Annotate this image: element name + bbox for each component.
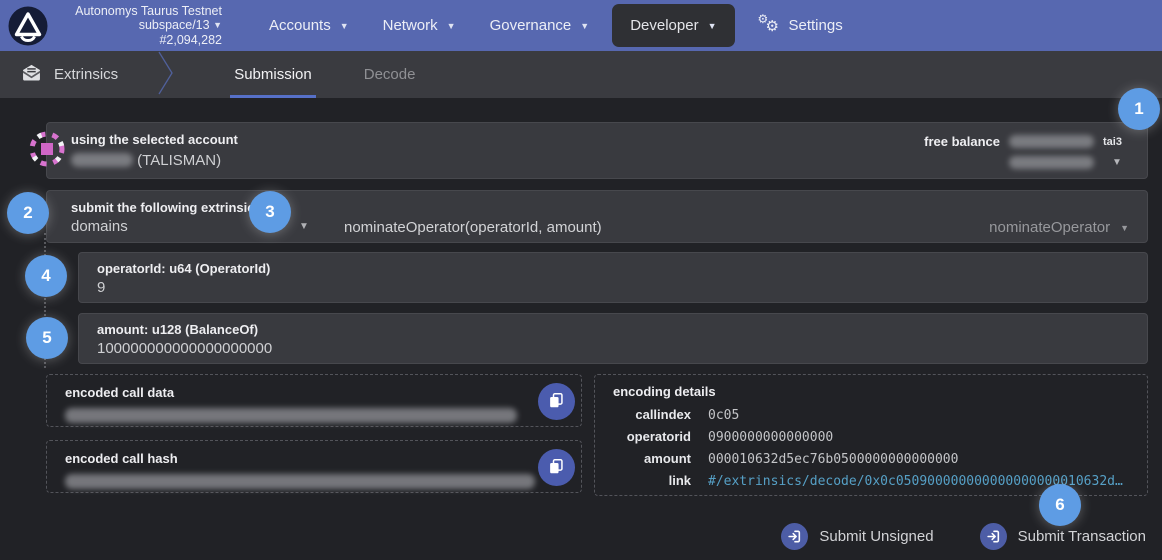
annotation-badge-2: 2	[7, 192, 49, 234]
menu-settings[interactable]: ⚙⚙ Settings	[741, 0, 860, 51]
chevron-down-icon: ▼	[340, 21, 349, 31]
account-select-card[interactable]: using the selected account (TALISMAN) fr…	[46, 122, 1148, 179]
tab-list: Submission Decode	[208, 51, 441, 98]
param-amount-input[interactable]: 100000000000000000000	[97, 340, 272, 357]
pallet-select[interactable]: domains	[71, 218, 128, 235]
detail-callindex: callindex 0c05	[613, 407, 1133, 423]
param-operatorid-input[interactable]: 9	[97, 279, 105, 296]
chevron-down-icon[interactable]: ▼	[1103, 157, 1131, 168]
annotation-badge-1: 1	[1118, 88, 1160, 130]
encoded-call-data-box: encoded call data	[46, 374, 582, 427]
tab-bar: Extrinsics Submission Decode	[0, 51, 1162, 98]
tab-decode[interactable]: Decode	[338, 51, 442, 98]
action-buttons: Submit Unsigned Submit Transaction	[46, 523, 1146, 550]
encoded-call-hash-box: encoded call hash	[46, 440, 582, 493]
annotation-badge-6: 6	[1039, 484, 1081, 526]
redacted-account-address	[1009, 156, 1094, 169]
copy-icon	[549, 459, 564, 477]
section-header: Extrinsics	[22, 64, 118, 85]
top-navbar: Autonomys Taurus Testnet subspace/13 ▼ #…	[0, 0, 1162, 51]
chain-selector[interactable]: Autonomys Taurus Testnet subspace/13 ▼ #…	[64, 4, 222, 48]
method-select[interactable]: nominateOperator ▼	[989, 219, 1129, 236]
chain-name: Autonomys Taurus Testnet	[75, 4, 222, 19]
account-field-label: using the selected account	[71, 132, 238, 147]
extrinsics-app: Autonomys Taurus Testnet subspace/13 ▼ #…	[0, 0, 1162, 560]
extrinsics-icon	[22, 64, 41, 85]
encoded-outputs: encoded call data encoded call hash	[46, 374, 1148, 496]
chevron-down-icon: ▼	[213, 20, 222, 30]
encoding-details-title: encoding details	[613, 384, 1133, 399]
param-label: operatorId: u64 (OperatorId)	[97, 261, 270, 276]
submit-unsigned-button[interactable]: Submit Unsigned	[781, 523, 933, 550]
annotation-badge-5: 5	[26, 317, 68, 359]
block-number: #2,094,282	[159, 33, 222, 48]
free-balance: free balance tai3	[924, 134, 1131, 149]
chevron-down-icon: ▼	[708, 21, 717, 31]
param-amount-card: amount: u128 (BalanceOf) 100000000000000…	[78, 313, 1148, 364]
account-dropdown[interactable]: ▼	[1009, 156, 1131, 169]
annotation-badge-3: 3	[249, 191, 291, 233]
menu-network[interactable]: Network ▼	[366, 0, 473, 51]
chevron-down-icon[interactable]: ▼	[299, 221, 309, 232]
encoding-details-box: encoding details callindex 0c05 operator…	[594, 374, 1148, 496]
selected-account-name: (TALISMAN)	[71, 152, 221, 169]
menu-accounts[interactable]: Accounts ▼	[252, 0, 366, 51]
sign-in-icon	[781, 523, 808, 550]
call-signature: nominateOperator(operatorId, amount)	[344, 219, 602, 236]
token-unit: tai3	[1103, 136, 1131, 148]
redacted-account-name	[71, 153, 133, 167]
submit-transaction-button[interactable]: Submit Transaction	[980, 523, 1146, 550]
chevron-down-icon: ▼	[580, 21, 589, 31]
main-menu: Accounts ▼ Network ▼ Governance ▼ Develo…	[252, 0, 860, 51]
tab-submission[interactable]: Submission	[208, 51, 338, 98]
detail-amount: amount 000010632d5ec76b0500000000000000	[613, 451, 1133, 467]
extrinsic-select-card: submit the following extrinsic domains ▼…	[46, 190, 1148, 243]
menu-developer[interactable]: Developer ▼	[612, 4, 734, 47]
section-title: Extrinsics	[54, 66, 118, 83]
menu-governance[interactable]: Governance ▼	[473, 0, 607, 51]
redacted-call-data	[65, 408, 517, 423]
copy-icon	[549, 393, 564, 411]
breadcrumb-chevron-icon	[158, 51, 174, 99]
account-identicon	[28, 130, 66, 172]
encoded-call-data-label: encoded call data	[65, 385, 174, 400]
chevron-down-icon: ▼	[447, 21, 456, 31]
sign-in-icon	[980, 523, 1007, 550]
copy-call-hash-button[interactable]	[538, 449, 575, 486]
autonomys-logo-icon	[8, 6, 48, 46]
chevron-down-icon: ▼	[1120, 223, 1129, 233]
param-operatorid-card: operatorId: u64 (OperatorId) 9	[78, 252, 1148, 303]
gear-icon: ⚙⚙	[758, 16, 780, 36]
runtime-version[interactable]: subspace/13 ▼	[139, 18, 222, 33]
annotation-badge-4: 4	[25, 255, 67, 297]
encoded-call-hash-label: encoded call hash	[65, 451, 178, 466]
copy-call-data-button[interactable]	[538, 383, 575, 420]
redacted-balance-value	[1009, 135, 1094, 148]
redacted-call-hash	[65, 474, 535, 489]
detail-operatorid: operatorid 0900000000000000	[613, 429, 1133, 445]
param-label: amount: u128 (BalanceOf)	[97, 322, 258, 337]
extrinsic-field-label: submit the following extrinsic	[71, 200, 254, 215]
